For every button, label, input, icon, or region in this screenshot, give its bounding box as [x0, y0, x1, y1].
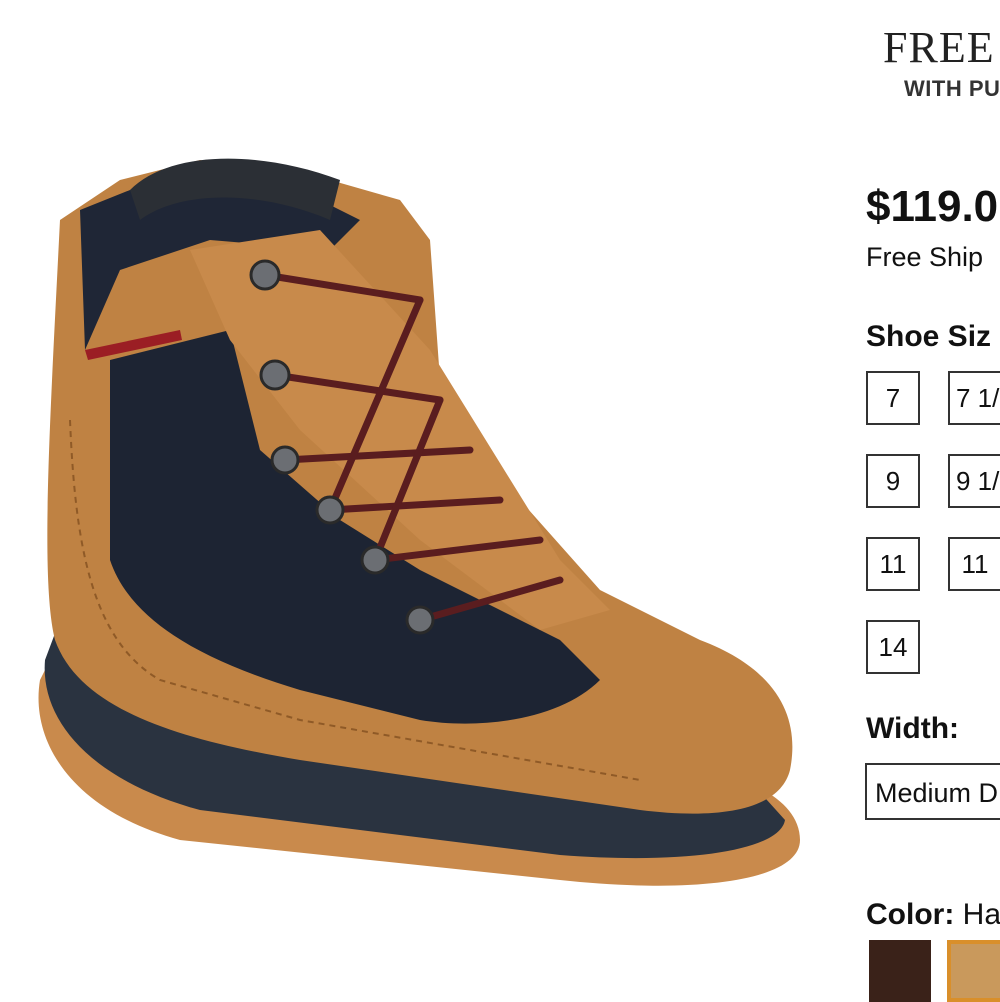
size-option-9[interactable]: 9 [866, 454, 920, 508]
size-option-14[interactable]: 14 [866, 620, 920, 674]
color-selected-name: Ha [962, 898, 1000, 931]
product-image[interactable] [0, 120, 820, 900]
shipping-text: Free Ship [866, 242, 984, 272]
width-label: Width: [866, 712, 960, 745]
color-swatch-dark-brown[interactable] [869, 940, 931, 1002]
size-option-9-half[interactable]: 9 1/ [948, 454, 1000, 508]
promo-title: FREE [883, 23, 995, 72]
color-row: Color: Ha [866, 898, 1000, 932]
color-label: Color: [866, 898, 955, 931]
color-swatch-tan[interactable] [947, 940, 1000, 1002]
shoe-size-label: Shoe Siz [866, 320, 992, 353]
size-option-11-alt[interactable]: 11 [948, 537, 1000, 591]
product-price: $119.0 [866, 182, 999, 231]
promo-subtitle: WITH PU [904, 76, 1000, 101]
size-option-11[interactable]: 11 [866, 537, 920, 591]
size-option-7-half[interactable]: 7 1/ [948, 371, 1000, 425]
width-option-medium[interactable]: Medium D [865, 763, 1000, 820]
size-option-7[interactable]: 7 [866, 371, 920, 425]
